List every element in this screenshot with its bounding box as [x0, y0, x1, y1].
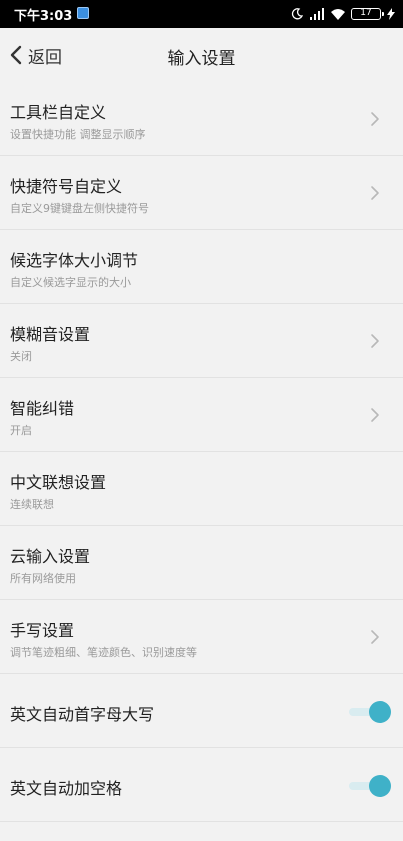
wifi-icon	[331, 9, 345, 20]
settings-row[interactable]: 模糊音设置 关闭	[0, 304, 403, 378]
settings-row-label: 手写设置	[10, 621, 75, 640]
settings-row[interactable]: 快捷符号自定义自定义9键键盘左侧快捷符号	[0, 156, 403, 230]
settings-row[interactable]: 中文联想设置连续联想	[0, 452, 403, 526]
settings-row[interactable]: 英文自动加空格	[0, 748, 403, 822]
settings-row[interactable]: 手写设置调节笔迹粗细、笔迹颜色、识别速度等	[0, 600, 403, 674]
settings-row-label: 英文自动首字母大写	[10, 705, 155, 724]
settings-row-label: 候选字体大小调节	[10, 251, 139, 270]
settings-row-description: 自定义候选字显示的大小	[10, 276, 131, 289]
toggle-switch[interactable]	[347, 700, 391, 724]
chevron-right-icon	[371, 630, 379, 644]
settings-row-label: 工具栏自定义	[10, 103, 107, 122]
status-bar: 下午3:03 17	[0, 0, 403, 28]
settings-row-label: 中文联想设置	[10, 473, 107, 492]
status-icons: 17	[291, 5, 395, 23]
battery-indicator: 17	[351, 8, 384, 20]
settings-row-label: 云输入设置	[10, 547, 91, 566]
settings-list: 工具栏自定义设置快捷功能 调整显示顺序快捷符号自定义自定义9键键盘左侧快捷符号候…	[0, 82, 403, 822]
status-time: 下午3:03	[14, 9, 73, 24]
chevron-right-icon	[371, 408, 379, 422]
settings-row-description: 开启	[10, 424, 32, 437]
settings-row-label: 模糊音设置	[10, 325, 91, 344]
signal-icon	[310, 8, 324, 20]
settings-row[interactable]: 英文自动首字母大写	[0, 674, 403, 748]
nav-bar: 返回 输入设置	[0, 28, 403, 82]
settings-row[interactable]: 云输入设置所有网络使用	[0, 526, 403, 600]
battery-level: 17	[360, 8, 372, 18]
settings-row[interactable]: 工具栏自定义设置快捷功能 调整显示顺序	[0, 82, 403, 156]
page-title: 输入设置	[167, 49, 236, 69]
toggle-switch[interactable]	[347, 774, 391, 798]
settings-row-description: 自定义9键键盘左侧快捷符号	[10, 202, 149, 215]
settings-row-description: 调节笔迹粗细、笔迹颜色、识别速度等	[10, 646, 197, 659]
chevron-right-icon	[371, 112, 379, 126]
settings-row-label: 英文自动加空格	[10, 779, 123, 798]
chevron-right-icon	[371, 186, 379, 200]
moon-icon	[291, 8, 303, 20]
chevron-right-icon	[371, 334, 379, 348]
settings-row-label: 智能纠错	[10, 399, 75, 418]
settings-row-label: 快捷符号自定义	[10, 177, 123, 196]
toggle-knob	[369, 775, 391, 797]
app-notification-icon	[77, 7, 89, 19]
settings-row-description: 所有网络使用	[10, 572, 76, 585]
toggle-knob	[369, 701, 391, 723]
settings-row[interactable]: 候选字体大小调节自定义候选字显示的大小	[0, 230, 403, 304]
settings-row-description: 连续联想	[10, 498, 54, 511]
settings-row-description: 关闭	[10, 350, 32, 363]
settings-row-description: 设置快捷功能 调整显示顺序	[10, 128, 146, 141]
settings-row[interactable]: 智能纠错 开启	[0, 378, 403, 452]
charging-icon	[387, 8, 395, 20]
